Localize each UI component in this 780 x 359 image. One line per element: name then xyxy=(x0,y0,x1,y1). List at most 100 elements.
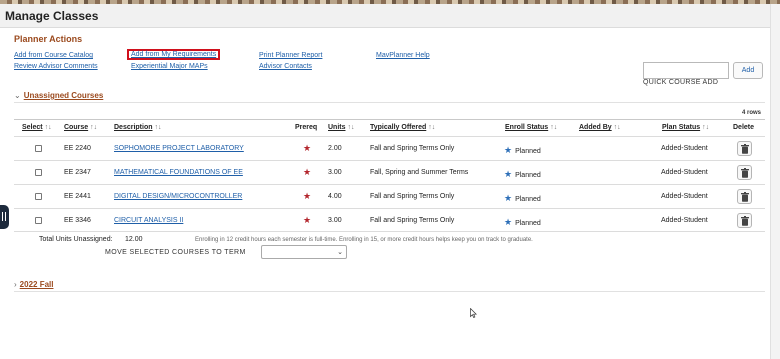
course-description-link[interactable]: SOPHOMORE PROJECT LABORATORY xyxy=(114,145,244,152)
add-from-catalog-link[interactable]: Add from Course Catalog xyxy=(14,52,93,59)
chevron-down-icon: ⌄ xyxy=(337,249,343,256)
chevron-down-icon: ⌄ xyxy=(14,91,21,100)
full-time-note: Enrolling in 12 credit hours each semest… xyxy=(195,237,533,243)
right-rail xyxy=(770,4,780,359)
enroll-status-text: Planned xyxy=(515,148,541,155)
col-prereq: Prereq xyxy=(295,124,317,131)
total-units-label: Total Units Unassigned: xyxy=(39,236,113,243)
plan-status: Added-Student xyxy=(661,217,708,224)
planner-actions-heading: Planner Actions xyxy=(14,34,83,44)
enroll-status: ★ Planned xyxy=(504,217,541,228)
term-2022-fall-heading: 2022 Fall xyxy=(19,280,54,289)
sort-icon: ↑↓ xyxy=(428,124,436,131)
planned-star-icon: ★ xyxy=(504,145,513,155)
row-count: 4 rows xyxy=(742,110,762,116)
enroll-status: ★ Planned xyxy=(504,193,541,204)
prereq-star-icon[interactable]: ★ xyxy=(303,215,311,226)
pause-bar-icon xyxy=(5,212,6,221)
col-enroll-status-label: Enroll Status xyxy=(505,124,549,131)
delete-button[interactable] xyxy=(737,189,752,204)
sort-icon: ↑↓ xyxy=(550,124,558,131)
table-bottom-border xyxy=(14,231,765,232)
review-advisor-comments-link[interactable]: Review Advisor Comments xyxy=(14,63,98,70)
col-plan-status[interactable]: Plan Status ↑↓ xyxy=(662,124,709,131)
col-added-by[interactable]: Added By ↑↓ xyxy=(579,124,621,131)
col-enroll-status[interactable]: Enroll Status ↑↓ xyxy=(505,124,557,131)
unassigned-courses-toggle[interactable]: ⌄ Unassigned Courses xyxy=(14,91,103,100)
col-description[interactable]: Description ↑↓ xyxy=(114,124,162,131)
page-title: Manage Classes xyxy=(5,9,99,23)
course-units: 3.00 xyxy=(328,217,342,224)
delete-button[interactable] xyxy=(737,213,752,228)
col-delete-label: Delete xyxy=(733,124,755,131)
experiential-major-maps-link[interactable]: Experiential Major MAPs xyxy=(131,63,208,70)
col-course[interactable]: Course ↑↓ xyxy=(64,124,97,131)
add-from-requirements-link[interactable]: Add from My Requirements xyxy=(127,49,221,60)
row-select-checkbox[interactable] xyxy=(35,193,42,200)
term-divider xyxy=(14,291,765,292)
table-row: EE 2441 DIGITAL DESIGN/MICROCONTROLLER ★… xyxy=(14,184,765,208)
prereq-star-icon[interactable]: ★ xyxy=(303,167,311,178)
col-delete: Delete xyxy=(733,124,754,131)
sort-icon: ↑↓ xyxy=(154,124,162,131)
trash-icon xyxy=(741,144,749,154)
planned-star-icon: ★ xyxy=(504,217,513,227)
typically-offered: Fall and Spring Terms Only xyxy=(370,145,455,152)
course-code: EE 2441 xyxy=(64,193,91,200)
move-to-term-select[interactable]: ⌄ xyxy=(261,245,347,259)
col-select-label: Select xyxy=(22,124,43,131)
col-units-label: Units xyxy=(328,124,346,131)
total-units-value: 12.00 xyxy=(125,236,143,243)
quick-course-add-button[interactable]: Add xyxy=(733,62,763,79)
col-plan-status-label: Plan Status xyxy=(662,124,701,131)
mavplanner-help-link[interactable]: MavPlanner Help xyxy=(376,52,430,59)
typically-offered: Fall, Spring and Summer Terms xyxy=(370,169,469,176)
typically-offered: Fall and Spring Terms Only xyxy=(370,193,455,200)
table-row: EE 2240 SOPHOMORE PROJECT LABORATORY ★ 2… xyxy=(14,136,765,160)
prereq-star-icon[interactable]: ★ xyxy=(303,143,311,154)
col-course-label: Course xyxy=(64,124,89,131)
pause-bar-icon xyxy=(2,212,3,221)
plan-status: Added-Student xyxy=(661,169,708,176)
trash-icon xyxy=(741,192,749,202)
col-added-by-label: Added By xyxy=(579,124,612,131)
term-2022-fall-toggle[interactable]: › 2022 Fall xyxy=(14,280,53,289)
col-typically-offered[interactable]: Typically Offered ↑↓ xyxy=(370,124,435,131)
plan-status: Added-Student xyxy=(661,193,708,200)
col-description-label: Description xyxy=(114,124,153,131)
course-description-link[interactable]: MATHEMATICAL FOUNDATIONS OF EE xyxy=(114,169,243,176)
planned-star-icon: ★ xyxy=(504,193,513,203)
col-units[interactable]: Units ↑↓ xyxy=(328,124,355,131)
table-top-border xyxy=(14,119,765,120)
side-panel-toggle[interactable] xyxy=(0,205,9,229)
course-description-link[interactable]: DIGITAL DESIGN/MICROCONTROLLER xyxy=(114,193,242,200)
unassigned-courses-heading: Unassigned Courses xyxy=(23,91,104,100)
sort-icon: ↑↓ xyxy=(90,124,98,131)
sort-icon: ↑↓ xyxy=(613,124,621,131)
prereq-star-icon[interactable]: ★ xyxy=(303,191,311,202)
row-select-checkbox[interactable] xyxy=(35,169,42,176)
enroll-status: ★ Planned xyxy=(504,169,541,180)
table-row: EE 3346 CIRCUIT ANALYSIS II ★ 3.00 Fall … xyxy=(14,208,765,232)
mouse-cursor-icon xyxy=(470,308,477,318)
sort-icon: ↑↓ xyxy=(44,124,52,131)
row-select-checkbox[interactable] xyxy=(35,217,42,224)
chevron-right-icon: › xyxy=(14,280,17,289)
col-select[interactable]: Select ↑↓ xyxy=(22,124,52,131)
course-code: EE 2240 xyxy=(64,145,91,152)
plan-status: Added-Student xyxy=(661,145,708,152)
typically-offered: Fall and Spring Terms Only xyxy=(370,217,455,224)
course-description-link[interactable]: CIRCUIT ANALYSIS II xyxy=(114,217,183,224)
course-code: EE 2347 xyxy=(64,169,91,176)
move-to-term-label: MOVE SELECTED COURSES TO TERM xyxy=(105,249,246,256)
quick-course-input[interactable] xyxy=(643,62,729,79)
row-select-checkbox[interactable] xyxy=(35,145,42,152)
advisor-contacts-link[interactable]: Advisor Contacts xyxy=(259,63,312,70)
delete-button[interactable] xyxy=(737,141,752,156)
table-row: EE 2347 MATHEMATICAL FOUNDATIONS OF EE ★… xyxy=(14,160,765,184)
enroll-status-text: Planned xyxy=(515,172,541,179)
delete-button[interactable] xyxy=(737,165,752,180)
col-prereq-label: Prereq xyxy=(295,124,318,131)
print-planner-report-link[interactable]: Print Planner Report xyxy=(259,52,322,59)
title-bar: Manage Classes xyxy=(0,4,780,28)
